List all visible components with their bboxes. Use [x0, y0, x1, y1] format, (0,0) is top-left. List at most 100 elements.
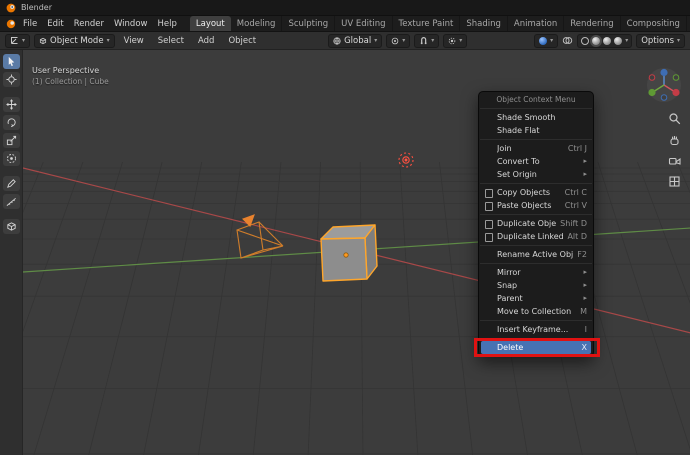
chevron-down-icon: ▾	[431, 38, 434, 44]
camera-object[interactable]	[237, 215, 283, 258]
context-menu-item-snap[interactable]: Snap ▸	[481, 279, 591, 292]
workspace-tab-shading[interactable]: Shading	[460, 16, 508, 31]
chevron-down-icon: ▾	[22, 38, 25, 44]
workspace-tab-texture-paint[interactable]: Texture Paint	[393, 16, 461, 31]
context-menu-item-convert-to[interactable]: Convert To ▸	[481, 155, 591, 168]
workspace-tab-modeling[interactable]: Modeling	[231, 16, 283, 31]
shading-material-icon[interactable]	[603, 37, 611, 45]
object-mode-icon	[39, 37, 47, 45]
workspace-tab-layout[interactable]: Layout	[190, 16, 231, 31]
shading-solid-icon[interactable]	[592, 37, 600, 45]
context-menu-item-insert-keyframe[interactable]: Insert Keyframe... I	[481, 323, 591, 336]
submenu-arrow-icon: ▸	[583, 155, 587, 168]
viewport-header: ▾ Object Mode ▾ View Select Add Object G…	[0, 32, 690, 50]
menu-add[interactable]: Add	[193, 36, 219, 46]
workspace-tab-compositing[interactable]: Compositing	[621, 16, 687, 31]
view-object-types-button[interactable]: ▾	[534, 34, 558, 48]
menu-help[interactable]: Help	[152, 19, 181, 29]
gizmo-z-axis[interactable]	[660, 69, 667, 76]
shading-wireframe-icon[interactable]	[581, 37, 589, 45]
workspace-tab-rendering[interactable]: Rendering	[564, 16, 620, 31]
editor-type-button[interactable]: ▾	[5, 34, 30, 48]
pan-hand-icon[interactable]	[668, 133, 681, 146]
context-menu-item-shade-flat[interactable]: Shade Flat	[481, 124, 591, 137]
options-button[interactable]: Options ▾	[636, 34, 685, 48]
move-tool[interactable]	[3, 97, 20, 112]
viewport-3d[interactable]: User Perspective (1) Collection | Cube	[23, 50, 690, 455]
light-object[interactable]	[399, 153, 413, 167]
measure-tool[interactable]	[3, 194, 20, 209]
object-origin-dot	[344, 253, 348, 257]
submenu-arrow-icon: ▸	[583, 266, 587, 279]
snap-toggle-button[interactable]: ▾	[414, 34, 439, 48]
menu-edit[interactable]: Edit	[42, 19, 68, 29]
context-menu-item-delete[interactable]: Delete X	[481, 341, 591, 354]
menu-separator	[480, 183, 592, 184]
copy-icon	[485, 189, 493, 198]
visibility-icon	[539, 37, 547, 45]
blender-window: Blender File Edit Render Window Help Lay…	[0, 0, 690, 455]
paste-icon	[485, 202, 493, 211]
menu-select[interactable]: Select	[153, 36, 189, 46]
cursor-tool[interactable]	[3, 72, 20, 87]
object-context-menu: Object Context Menu Shade Smooth Shade F…	[478, 91, 594, 357]
gizmo-x-axis[interactable]	[672, 89, 679, 96]
gizmo-y-axis[interactable]	[648, 89, 655, 96]
top-menu-bar: File Edit Render Window Help Layout Mode…	[0, 16, 690, 32]
transform-orientation-button[interactable]: Global ▾	[328, 34, 382, 48]
transform-tool[interactable]	[3, 151, 20, 166]
menu-render[interactable]: Render	[69, 19, 109, 29]
submenu-arrow-icon: ▸	[583, 292, 587, 305]
context-menu-item-parent[interactable]: Parent ▸	[481, 292, 591, 305]
menu-file[interactable]: File	[18, 19, 42, 29]
pivot-point-button[interactable]: ▾	[386, 34, 410, 48]
annotate-tool[interactable]	[3, 176, 20, 191]
context-menu-item-set-origin[interactable]: Set Origin ▸	[481, 168, 591, 181]
menu-object[interactable]: Object	[223, 36, 261, 46]
chevron-down-icon: ▾	[459, 38, 462, 44]
zoom-icon[interactable]	[668, 112, 681, 125]
workspace-tab-uv-editing[interactable]: UV Editing	[335, 16, 392, 31]
proportional-editing-button[interactable]: ▾	[443, 34, 467, 48]
orthographic-toggle-icon[interactable]	[668, 175, 681, 188]
submenu-arrow-icon: ▸	[583, 168, 587, 181]
menu-view[interactable]: View	[119, 36, 149, 46]
scale-tool[interactable]	[3, 133, 20, 148]
duplicate-icon	[485, 220, 493, 229]
shading-rendered-icon[interactable]	[614, 37, 622, 45]
navigation-gizmo[interactable]	[645, 66, 683, 104]
rotate-tool[interactable]	[3, 115, 20, 130]
app-menu-icon[interactable]	[6, 19, 16, 29]
context-menu-item-mirror[interactable]: Mirror ▸	[481, 266, 591, 279]
context-menu-item-shade-smooth[interactable]: Shade Smooth	[481, 111, 591, 124]
view-perspective-label: User Perspective	[32, 66, 99, 75]
menu-separator	[480, 338, 592, 339]
chevron-down-icon: ▾	[107, 38, 110, 44]
tool-shelf	[0, 50, 23, 455]
workspace-tab-sculpting[interactable]: Sculpting	[282, 16, 335, 31]
chevron-down-icon: ▾	[374, 38, 377, 44]
workspace-tabs: Layout Modeling Sculpting UV Editing Tex…	[190, 16, 690, 31]
camera-view-icon[interactable]	[668, 154, 681, 167]
chevron-down-icon: ▾	[402, 38, 405, 44]
workspace-tab-animation[interactable]: Animation	[508, 16, 564, 31]
menu-window[interactable]: Window	[109, 19, 153, 29]
mode-selector[interactable]: Object Mode ▾	[34, 34, 115, 48]
context-menu-item-move-to-collection[interactable]: Move to Collection M	[481, 305, 591, 318]
context-menu-item-rename-active-object[interactable]: Rename Active Object... F2	[481, 248, 591, 261]
add-cube-tool[interactable]	[3, 219, 20, 234]
menu-separator	[480, 263, 592, 264]
context-menu-item-join[interactable]: Join Ctrl J	[481, 142, 591, 155]
chevron-down-icon: ▾	[625, 38, 628, 44]
overlays-icon[interactable]	[562, 36, 573, 45]
context-menu-item-copy-objects[interactable]: Copy Objects Ctrl C	[481, 186, 591, 199]
viewport-shading-group: ▾	[577, 34, 632, 48]
context-menu-item-paste-objects[interactable]: Paste Objects Ctrl V	[481, 199, 591, 212]
context-menu-item-duplicate-objects[interactable]: Duplicate Objects Shift D	[481, 217, 591, 230]
menu-separator	[480, 108, 592, 109]
window-title: Blender	[21, 3, 52, 12]
magnet-icon	[419, 36, 428, 45]
select-box-tool[interactable]	[3, 54, 20, 69]
context-menu-item-duplicate-linked[interactable]: Duplicate Linked Alt D	[481, 230, 591, 243]
cube-object[interactable]	[321, 225, 377, 281]
